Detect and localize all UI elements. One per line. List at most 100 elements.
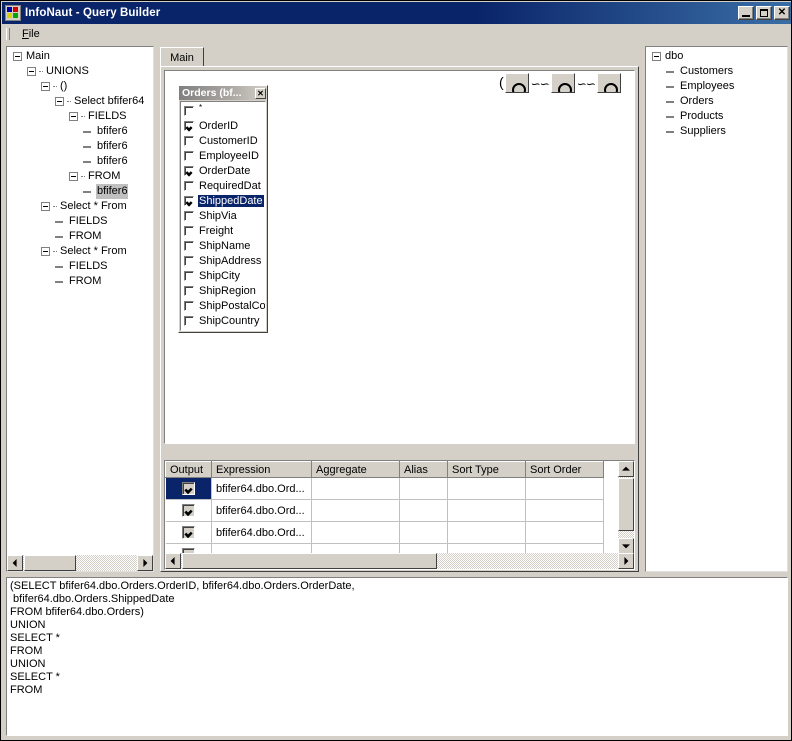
sort-order-cell[interactable] <box>526 478 604 500</box>
field-list-item[interactable]: EmployeeID <box>181 148 265 163</box>
tree-collapse-icon[interactable] <box>69 112 78 121</box>
field-checkbox[interactable] <box>184 286 194 296</box>
tree-collapse-icon[interactable] <box>41 202 50 211</box>
close-button[interactable]: ✕ <box>774 6 790 20</box>
field-list-item[interactable]: OrderDate <box>181 163 265 178</box>
grid-vscrollbar[interactable] <box>618 461 634 554</box>
minimize-button[interactable] <box>738 6 754 20</box>
output-checkbox[interactable] <box>182 526 195 539</box>
query-block-2[interactable] <box>551 73 575 93</box>
query-structure-node[interactable]: Select bfifer64 <box>7 94 153 109</box>
database-object-node[interactable]: Products <box>646 109 787 124</box>
table-field-window-titlebar[interactable]: Orders (bf... ✕ <box>179 86 267 100</box>
query-design-canvas[interactable]: Orders (bf... ✕ *OrderIDCustomerIDEmploy… <box>164 70 635 444</box>
output-checkbox-cell[interactable] <box>166 478 212 500</box>
sort-type-cell[interactable] <box>448 478 526 500</box>
field-list-item[interactable]: * <box>181 103 265 118</box>
sort-order-cell[interactable] <box>526 500 604 522</box>
grid-hscrollbar[interactable] <box>165 553 634 569</box>
column-grid-container[interactable]: OutputExpressionAggregateAliasSort TypeS… <box>164 460 635 570</box>
expression-cell[interactable]: bfifer64.dbo.Ord... <box>212 522 312 544</box>
sql-preview-box[interactable]: (SELECT bfifer64.dbo.Orders.OrderID, bfi… <box>6 577 788 736</box>
tree-collapse-icon[interactable] <box>652 52 661 61</box>
database-objects-tree[interactable]: dboCustomersEmployeesOrdersProductsSuppl… <box>646 49 787 139</box>
field-list-item[interactable]: ShipRegion <box>181 283 265 298</box>
query-structure-node[interactable]: Select * From <box>7 244 153 259</box>
column-grid-header-cell[interactable]: Sort Order <box>526 462 604 478</box>
field-list-item[interactable]: CustomerID <box>181 133 265 148</box>
tree-collapse-icon[interactable] <box>55 97 64 106</box>
grid-hscroll-thumb[interactable] <box>182 553 437 569</box>
query-structure-node[interactable]: FIELDS <box>7 109 153 124</box>
output-checkbox-cell[interactable] <box>166 500 212 522</box>
field-checkbox[interactable] <box>184 121 194 131</box>
field-checkbox[interactable] <box>184 271 194 281</box>
field-checkbox[interactable] <box>184 301 194 311</box>
output-checkbox[interactable] <box>182 482 195 495</box>
output-checkbox-cell[interactable] <box>166 522 212 544</box>
panel-splitter[interactable] <box>640 46 644 572</box>
query-structure-node[interactable]: Select * From <box>7 199 153 214</box>
field-list-item[interactable]: ShipName <box>181 238 265 253</box>
aggregate-cell[interactable] <box>312 522 400 544</box>
field-checkbox[interactable] <box>184 136 194 146</box>
query-structure-node[interactable]: () <box>7 79 153 94</box>
query-structure-node[interactable]: FROM <box>7 274 153 289</box>
column-grid-row[interactable]: bfifer64.dbo.Ord... <box>166 522 604 544</box>
tab-main[interactable]: Main <box>160 47 204 67</box>
field-list-item[interactable]: ShipAddress <box>181 253 265 268</box>
grid-vscroll-thumb[interactable] <box>618 478 634 531</box>
query-structure-node[interactable]: FROM <box>7 229 153 244</box>
maximize-button[interactable] <box>756 6 772 20</box>
query-block-3[interactable] <box>597 73 621 93</box>
sort-type-cell[interactable] <box>448 522 526 544</box>
field-checkbox[interactable] <box>184 196 194 206</box>
alias-cell[interactable] <box>400 478 448 500</box>
database-object-node[interactable]: Orders <box>646 94 787 109</box>
column-grid-header-cell[interactable]: Output <box>166 462 212 478</box>
database-object-node[interactable]: Customers <box>646 64 787 79</box>
field-list-item[interactable]: ShipVia <box>181 208 265 223</box>
field-list-item[interactable]: ShippedDate <box>181 193 265 208</box>
left-tree-hscrollbar[interactable] <box>7 555 153 571</box>
column-grid-header-cell[interactable]: Aggregate <box>312 462 400 478</box>
field-checkbox[interactable] <box>184 226 194 236</box>
left-tree-hscroll-thumb[interactable] <box>24 555 76 571</box>
table-field-window-close-icon[interactable]: ✕ <box>255 88 266 99</box>
query-structure-node[interactable]: Main <box>7 49 153 64</box>
expression-cell[interactable]: bfifer64.dbo.Ord... <box>212 500 312 522</box>
field-checkbox[interactable] <box>184 181 194 191</box>
query-structure-node[interactable]: bfifer6 <box>7 124 153 139</box>
query-structure-node[interactable]: UNIONS <box>7 64 153 79</box>
query-structure-node[interactable]: bfifer6 <box>7 184 153 199</box>
column-grid-header-cell[interactable]: Expression <box>212 462 312 478</box>
query-structure-node[interactable]: FIELDS <box>7 259 153 274</box>
scroll-left-button[interactable] <box>7 555 23 571</box>
field-checkbox[interactable] <box>184 211 194 221</box>
field-list-item[interactable]: Freight <box>181 223 265 238</box>
tree-collapse-icon[interactable] <box>41 247 50 256</box>
column-grid-header-cell[interactable]: Alias <box>400 462 448 478</box>
query-block-1[interactable] <box>505 73 529 93</box>
column-grid-row[interactable]: bfifer64.dbo.Ord... <box>166 500 604 522</box>
table-field-window-orders[interactable]: Orders (bf... ✕ *OrderIDCustomerIDEmploy… <box>178 85 268 333</box>
database-object-node[interactable]: Suppliers <box>646 124 787 139</box>
query-structure-node[interactable]: FROM <box>7 169 153 184</box>
menu-grip[interactable] <box>4 26 12 42</box>
bracketed-query-blocks[interactable]: ( ∽∽ ∽∽ <box>499 73 623 95</box>
expression-cell[interactable]: bfifer64.dbo.Ord... <box>212 478 312 500</box>
field-list-item[interactable]: ShipCountry <box>181 313 265 328</box>
sort-order-cell[interactable] <box>526 522 604 544</box>
grid-scroll-up-button[interactable] <box>618 461 634 477</box>
alias-cell[interactable] <box>400 522 448 544</box>
grid-scroll-right-button[interactable] <box>618 553 634 569</box>
alias-cell[interactable] <box>400 500 448 522</box>
menu-item-file[interactable]: File <box>15 26 47 42</box>
field-checkbox-list[interactable]: *OrderIDCustomerIDEmployeeIDOrderDateReq… <box>180 101 266 331</box>
aggregate-cell[interactable] <box>312 478 400 500</box>
column-grid-row[interactable]: bfifer64.dbo.Ord... <box>166 478 604 500</box>
query-structure-node[interactable]: bfifer6 <box>7 154 153 169</box>
tree-collapse-icon[interactable] <box>13 52 22 61</box>
field-list-item[interactable]: OrderID <box>181 118 265 133</box>
field-list-item[interactable]: RequiredDat <box>181 178 265 193</box>
